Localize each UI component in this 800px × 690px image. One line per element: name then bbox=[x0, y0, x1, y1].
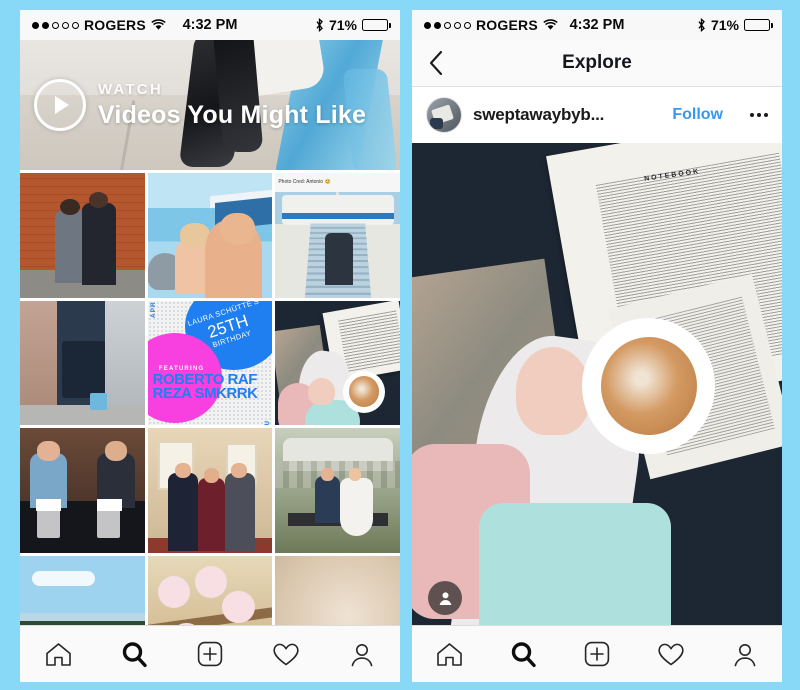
explore-navbar: Explore bbox=[412, 40, 782, 87]
post-header: sweptawaybyb... Follow bbox=[412, 87, 782, 143]
person-icon bbox=[734, 643, 756, 666]
person-icon bbox=[351, 643, 373, 666]
tab-bar-right bbox=[412, 625, 782, 682]
status-bar-right-group: 71% bbox=[697, 17, 773, 33]
status-bar-left: ROGERS 4:32 PM 71% bbox=[20, 10, 400, 40]
grid-tile-airplane-stairs[interactable]: Photo Cred: Antonio 😊 bbox=[275, 173, 400, 298]
person-tag-badge[interactable] bbox=[428, 581, 462, 615]
tab-new-post[interactable] bbox=[569, 634, 625, 674]
username-label[interactable]: sweptawaybyb... bbox=[473, 105, 604, 125]
grid-tile-dolphin-selfie[interactable] bbox=[147, 173, 273, 298]
status-bar-left-group: ROGERS bbox=[32, 17, 166, 33]
plus-box-icon bbox=[584, 641, 610, 667]
tab-profile[interactable] bbox=[334, 634, 390, 674]
carrier-label: ROGERS bbox=[84, 17, 146, 33]
bluetooth-icon bbox=[698, 18, 705, 32]
watch-kicker: WATCH bbox=[98, 81, 163, 98]
signal-strength-icon bbox=[32, 21, 79, 29]
wifi-icon bbox=[151, 19, 166, 30]
battery-percent-label: 71% bbox=[328, 17, 357, 33]
signal-strength-icon bbox=[424, 21, 471, 29]
poster-month: APRIL bbox=[150, 300, 158, 319]
watch-video-banner[interactable]: WATCH Videos You Might Like bbox=[20, 40, 400, 170]
heart-icon bbox=[273, 643, 299, 665]
photo-credit-caption: Photo Cred: Antonio 😊 bbox=[278, 179, 331, 186]
poster-lineup: ROBERTO RAF REZA SMKRRK bbox=[152, 370, 258, 403]
tab-bar-left bbox=[20, 625, 400, 682]
back-button[interactable] bbox=[412, 50, 444, 76]
screenshot-canvas: ROGERS 4:32 PM 71% WATCH Videos You Migh… bbox=[0, 0, 800, 690]
post-photo-coffee-book-flatlay[interactable]: NOTEBOOK bbox=[412, 143, 782, 629]
status-bar-right-group: 71% bbox=[315, 17, 391, 33]
grid-tile-podcast-jars[interactable] bbox=[20, 428, 145, 554]
avatar[interactable] bbox=[426, 97, 462, 133]
watch-title: Videos You Might Like bbox=[98, 101, 367, 129]
plus-box-icon bbox=[197, 641, 223, 667]
tab-activity[interactable] bbox=[643, 634, 699, 674]
home-icon bbox=[436, 642, 462, 666]
grid-tile-couple-brick-wall[interactable] bbox=[20, 173, 145, 298]
carrier-label: ROGERS bbox=[476, 17, 538, 33]
tab-new-post[interactable] bbox=[182, 634, 238, 674]
battery-icon bbox=[362, 19, 391, 31]
bluetooth-icon bbox=[316, 18, 323, 32]
battery-icon bbox=[744, 19, 773, 31]
grid-tile-outdoor-party[interactable] bbox=[275, 428, 400, 554]
battery-percent-label: 71% bbox=[710, 17, 739, 33]
phone-right-post-detail: ROGERS 4:32 PM 71% Explore sweptawaybyb.… bbox=[412, 10, 782, 682]
status-bar-left-group-right: ROGERS bbox=[424, 17, 558, 33]
tab-search[interactable] bbox=[495, 634, 551, 674]
phone-left-explore-grid: ROGERS 4:32 PM 71% WATCH Videos You Migh… bbox=[20, 10, 400, 682]
tab-profile[interactable] bbox=[717, 634, 773, 674]
search-icon bbox=[122, 641, 147, 667]
grid-tile-coffee-book-feet[interactable] bbox=[275, 300, 400, 426]
tab-search[interactable] bbox=[106, 634, 162, 674]
grid-tile-pub-street[interactable] bbox=[20, 300, 145, 426]
play-icon[interactable] bbox=[34, 79, 86, 131]
status-bar-right: ROGERS 4:32 PM 71% bbox=[412, 10, 782, 40]
tab-home[interactable] bbox=[30, 634, 86, 674]
poster-side-text: BAU bbox=[265, 420, 271, 425]
wifi-icon bbox=[543, 19, 558, 30]
tab-activity[interactable] bbox=[258, 634, 314, 674]
page-title: Explore bbox=[562, 52, 632, 73]
grid-tile-three-people-room[interactable] bbox=[147, 428, 273, 554]
more-options-icon[interactable] bbox=[734, 113, 768, 117]
follow-button[interactable]: Follow bbox=[672, 106, 723, 124]
grid-tile-birthday-poster[interactable]: APRIL LAURA SCHÜTTE'S 25TH BIRTHDAY FEAT… bbox=[147, 300, 273, 426]
search-icon bbox=[511, 641, 536, 667]
home-icon bbox=[45, 642, 71, 666]
watch-banner-text: WATCH Videos You Might Like bbox=[98, 82, 366, 128]
chevron-left-icon bbox=[429, 50, 443, 76]
person-tag-icon bbox=[439, 591, 451, 605]
tab-home[interactable] bbox=[421, 634, 477, 674]
explore-photo-grid: Photo Cred: Antonio 😊 APRIL LAURA SCHÜTT… bbox=[20, 170, 400, 681]
heart-icon bbox=[658, 643, 684, 665]
